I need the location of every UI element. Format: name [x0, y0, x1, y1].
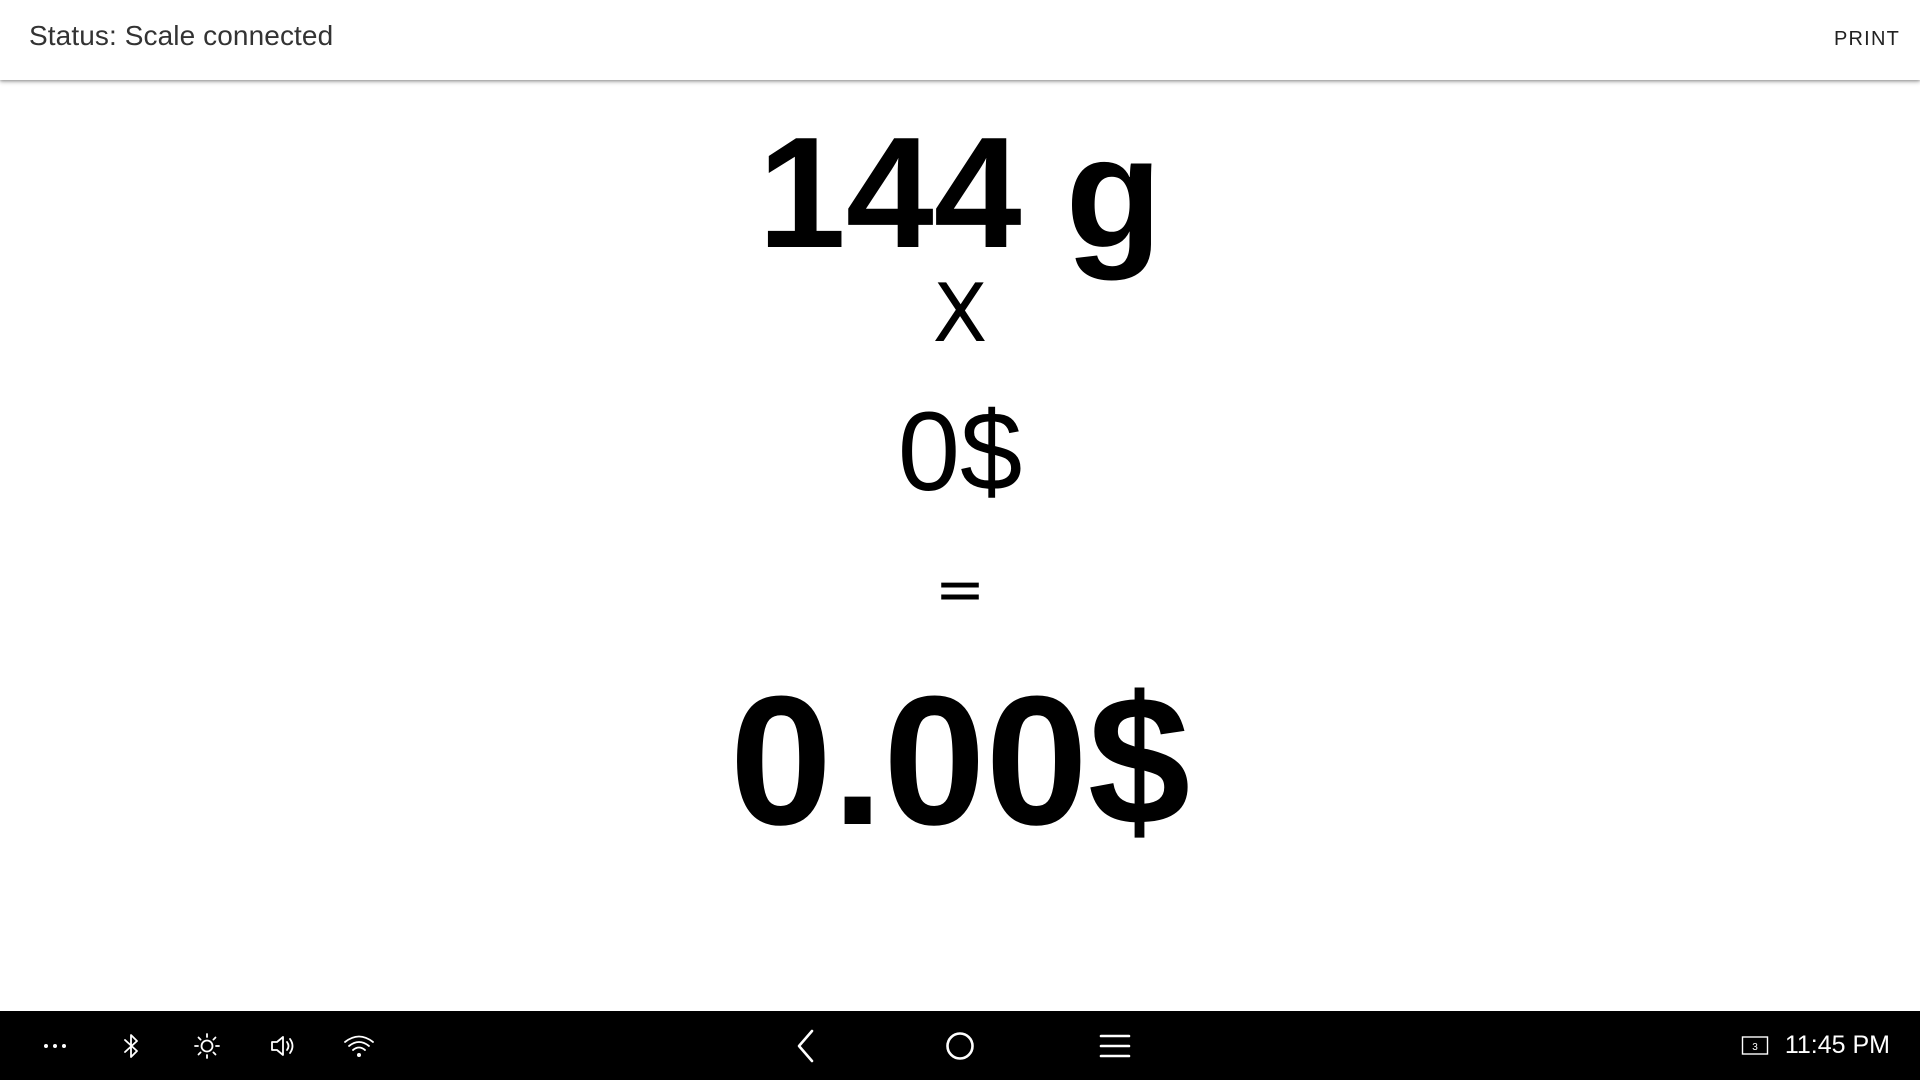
screen-badge: 3 — [1752, 1042, 1758, 1053]
status-text: Status: Scale connected — [29, 20, 334, 51]
more-icon[interactable] — [34, 1011, 76, 1080]
back-icon[interactable] — [784, 1011, 828, 1080]
unit-price-value: 0$ — [897, 389, 1023, 514]
menu-icon[interactable] — [1092, 1011, 1138, 1080]
volume-icon[interactable] — [262, 1011, 304, 1080]
print-button[interactable]: PRINT — [1828, 18, 1906, 60]
equals-sign: = — [934, 555, 986, 625]
brightness-icon[interactable] — [186, 1011, 228, 1080]
wifi-icon[interactable] — [338, 1011, 380, 1080]
multiply-sign: X — [932, 267, 988, 360]
weight-value: 144 g — [757, 105, 1163, 281]
system-nav-bar: 3 11:45 PM — [0, 1011, 1920, 1080]
bluetooth-icon[interactable] — [110, 1011, 152, 1080]
app-bar: Status: Scale connected PRINT — [0, 0, 1920, 80]
scale-display: 144 g X 0$ = 0.00$ — [0, 80, 1920, 1011]
home-icon[interactable] — [938, 1011, 982, 1080]
clock: 11:45 PM — [1784, 1031, 1890, 1059]
total-price-value: 0.00$ — [729, 657, 1191, 863]
screen-icon[interactable]: 3 — [1740, 1011, 1770, 1080]
